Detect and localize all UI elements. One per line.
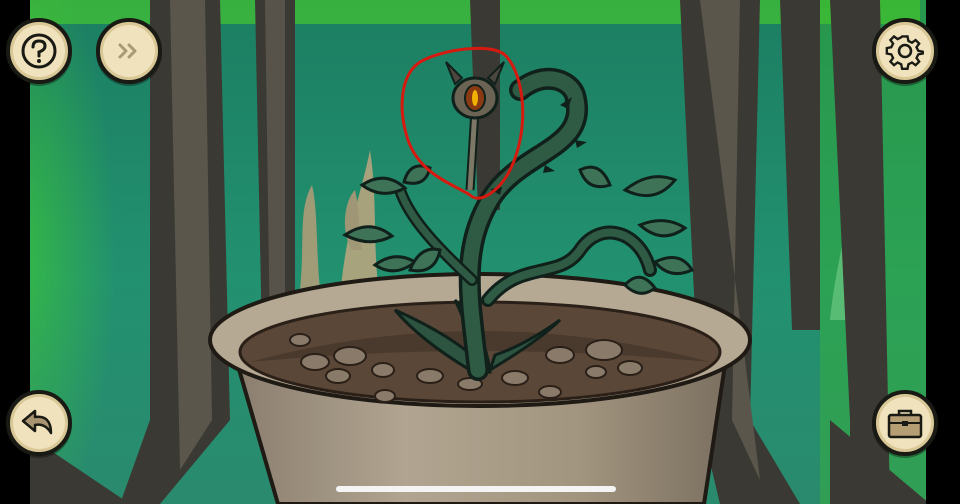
- briefcase-icon: [887, 409, 923, 439]
- curved-back-arrow-icon: [21, 409, 53, 435]
- settings-button[interactable]: [872, 18, 938, 84]
- back-button[interactable]: [6, 390, 72, 456]
- help-button[interactable]: [6, 18, 72, 84]
- game-stage: [0, 0, 960, 504]
- inventory-button[interactable]: [872, 390, 938, 456]
- question-mark-icon: [21, 33, 57, 69]
- gear-icon: [885, 34, 924, 70]
- skip-button[interactable]: [96, 18, 162, 84]
- home-indicator[interactable]: [336, 486, 616, 492]
- fast-forward-icon: [118, 43, 137, 59]
